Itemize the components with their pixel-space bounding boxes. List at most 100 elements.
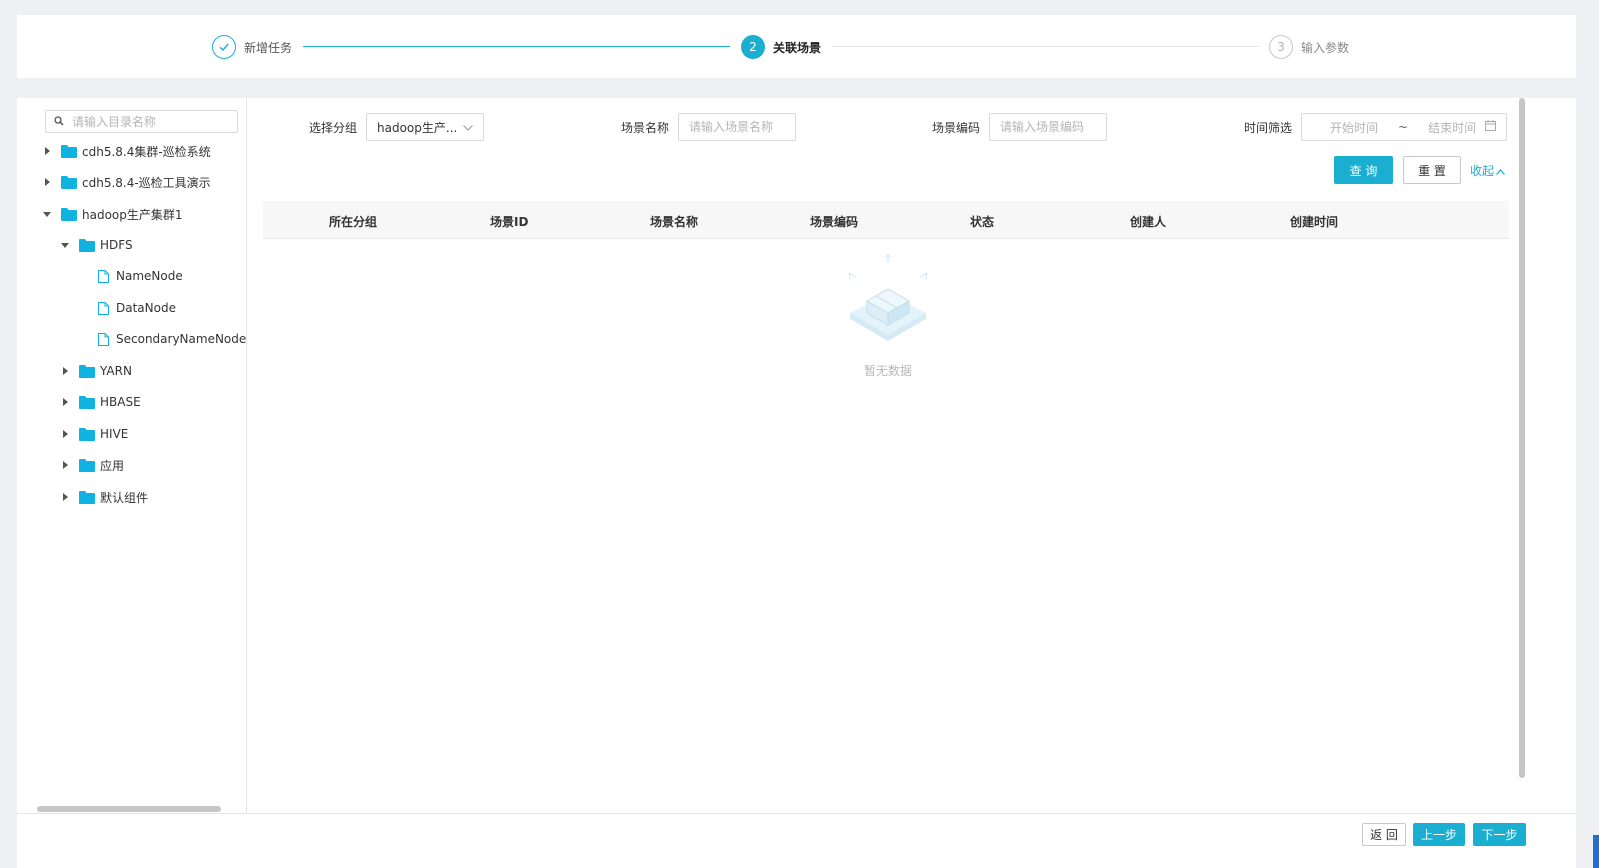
scene-name-input[interactable]: [689, 120, 785, 134]
prev-step-button[interactable]: 上一步: [1413, 823, 1465, 846]
step-title: 关联场景: [773, 40, 822, 55]
tree-node-folder[interactable]: HDFS: [59, 235, 133, 255]
tree-node-label: YARN: [100, 364, 132, 378]
chevron-down-icon: [463, 120, 473, 134]
end-time-input[interactable]: 结束时间: [1428, 119, 1476, 136]
step-title: 输入参数: [1301, 40, 1350, 55]
tree-node-folder[interactable]: cdh5.8.4集群-巡检系统: [41, 141, 211, 161]
collapse-label: 收起: [1470, 164, 1495, 178]
chevron-up-icon: [1496, 164, 1505, 178]
step-title: 新增任务: [244, 40, 293, 55]
tree-node-folder[interactable]: 默认组件: [59, 487, 148, 507]
scene-code-field[interactable]: [989, 113, 1107, 141]
caret-down-icon[interactable]: [59, 239, 71, 251]
folder-icon: [79, 238, 95, 252]
step-number: 3: [1269, 35, 1293, 59]
range-separator: ~: [1398, 120, 1409, 134]
search-icon: [54, 115, 64, 129]
empty-state: 暂无数据: [843, 253, 933, 379]
scene-name-label: 场景名称: [621, 121, 670, 135]
column-scene-id: 场景ID: [490, 215, 529, 229]
table-header: 所在分组 场景ID 场景名称 场景编码 状态 创建人 创建时间: [263, 201, 1509, 239]
folder-icon: [61, 144, 77, 158]
tree-node-label: DataNode: [116, 301, 176, 315]
column-creator: 创建人: [1130, 215, 1167, 229]
column-scene-name: 场景名称: [650, 215, 699, 229]
tree-node-folder[interactable]: HIVE: [59, 424, 128, 444]
caret-right-icon[interactable]: [41, 176, 53, 188]
tree-search-box: [45, 110, 238, 133]
folder-icon: [79, 458, 95, 472]
group-label: 选择分组: [309, 121, 358, 135]
start-time-input[interactable]: 开始时间: [1330, 119, 1378, 136]
tree-node-folder[interactable]: 应用: [59, 455, 124, 475]
folder-icon: [79, 427, 95, 441]
tree-node-label: 默认组件: [100, 490, 149, 505]
tree-node-label: hadoop生产集群1: [82, 207, 183, 222]
window-edge-indicator: [1593, 835, 1599, 868]
folder-icon: [61, 175, 77, 189]
folder-icon: [79, 395, 95, 409]
tree-node-folder[interactable]: YARN: [59, 361, 132, 381]
step-connector-done: [303, 46, 730, 47]
footer-bar: 返 回 上一步 下一步: [17, 813, 1576, 868]
caret-right-icon[interactable]: [59, 459, 71, 471]
empty-box-icon: [848, 254, 928, 341]
tree-node-label: HDFS: [100, 238, 133, 252]
scene-code-input[interactable]: [1000, 120, 1096, 134]
caret-right-icon[interactable]: [59, 491, 71, 503]
folder-icon: [79, 490, 95, 504]
tree-node-folder[interactable]: cdh5.8.4-巡检工具演示: [41, 172, 211, 192]
content-vertical-scrollbar[interactable]: [1519, 98, 1525, 778]
tree-node-label: NameNode: [116, 269, 183, 283]
next-step-button[interactable]: 下一步: [1473, 823, 1526, 846]
collapse-toggle[interactable]: 收起: [1470, 162, 1505, 179]
empty-text: 暂无数据: [863, 364, 912, 378]
column-scene-code: 场景编码: [810, 215, 859, 229]
group-select-value: hadoop生产...: [377, 120, 458, 135]
query-button[interactable]: 查 询: [1334, 156, 1393, 184]
tree-node-folder[interactable]: HBASE: [59, 392, 141, 412]
step-input-params: 3 输入参数: [1269, 35, 1349, 59]
tree-search-input[interactable]: [72, 114, 232, 129]
tree-node-file[interactable]: SecondaryNameNode: [98, 329, 246, 349]
tree-node-label: cdh5.8.4-巡检工具演示: [82, 175, 211, 190]
scene-name-field[interactable]: [678, 113, 796, 141]
directory-sidebar: cdh5.8.4集群-巡检系统 cdh5.8.4-巡检工具演示 hadoop生产…: [17, 98, 247, 828]
caret-right-icon[interactable]: [59, 396, 71, 408]
sidebar-horizontal-scrollbar[interactable]: [37, 806, 221, 812]
file-icon: [98, 269, 109, 283]
file-icon: [98, 301, 109, 315]
tree-node-label: HBASE: [100, 395, 141, 409]
scene-code-label: 场景编码: [932, 121, 981, 135]
tree-node-label: HIVE: [100, 427, 129, 441]
tree-node-label: SecondaryNameNode: [116, 332, 247, 346]
scene-content: 选择分组 hadoop生产... 场景名称 场景编码 时间筛选 开始时间 ~ 结…: [248, 98, 1576, 828]
caret-right-icon[interactable]: [59, 365, 71, 377]
folder-icon: [79, 364, 95, 378]
folder-icon: [61, 207, 77, 221]
caret-right-icon[interactable]: [59, 428, 71, 440]
step-new-task: 新增任务: [212, 35, 292, 59]
caret-right-icon[interactable]: [41, 145, 53, 157]
back-button[interactable]: 返 回: [1362, 823, 1406, 846]
file-icon: [98, 332, 109, 346]
tree-node-folder[interactable]: hadoop生产集群1: [41, 204, 183, 224]
step-connector-pending: [832, 46, 1259, 47]
step-number: 2: [741, 35, 765, 59]
caret-down-icon[interactable]: [41, 208, 53, 220]
tree-node-file[interactable]: DataNode: [98, 298, 176, 318]
tree-node-label: cdh5.8.4集群-巡检系统: [82, 144, 211, 159]
reset-button[interactable]: 重 置: [1403, 156, 1461, 184]
time-filter-label: 时间筛选: [1244, 121, 1293, 135]
tree-node-file[interactable]: NameNode: [98, 266, 183, 286]
column-created-time: 创建时间: [1290, 215, 1339, 229]
column-group: 所在分组: [329, 215, 378, 229]
main-panel: cdh5.8.4集群-巡检系统 cdh5.8.4-巡检工具演示 hadoop生产…: [17, 98, 1576, 868]
tree-node-label: 应用: [100, 458, 125, 473]
group-select[interactable]: hadoop生产...: [366, 113, 484, 141]
column-status: 状态: [970, 215, 995, 229]
check-icon: [212, 35, 236, 59]
step-link-scene: 2 关联场景: [741, 35, 821, 59]
date-range-picker[interactable]: 开始时间 ~ 结束时间: [1301, 113, 1507, 141]
